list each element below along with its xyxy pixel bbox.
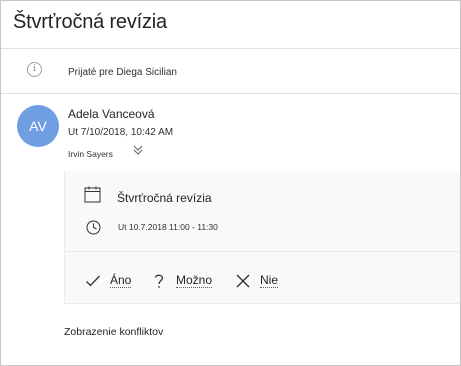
- avatar[interactable]: AV: [17, 105, 59, 147]
- decline-label: Nie: [260, 273, 279, 288]
- accept-label: Áno: [110, 273, 132, 288]
- checkmark-icon: [86, 275, 100, 287]
- divider: [1, 48, 460, 49]
- recipient-name[interactable]: Irvin Sayers: [68, 149, 113, 159]
- tentative-label: Možno: [176, 273, 213, 288]
- close-icon: [236, 274, 250, 288]
- question-icon: [154, 274, 164, 288]
- clock-icon: [86, 220, 101, 235]
- decline-button[interactable]: Nie: [235, 269, 279, 293]
- sent-date: Ut 7/10/2018, 10:42 AM: [68, 127, 174, 138]
- meeting-request-card: Štvrťročná revízia Ut 10.7.2018 11:00 - …: [64, 171, 460, 304]
- divider: [65, 251, 460, 252]
- divider: [1, 93, 460, 94]
- sender-name[interactable]: Adela Vanceová: [68, 107, 155, 121]
- received-for-text: Prijaté pre Diega Sicilian: [68, 67, 177, 78]
- info-icon: i: [27, 62, 42, 77]
- accept-button[interactable]: Áno: [85, 269, 132, 293]
- reading-pane: Štvrťročná revízia i Prijaté pre Diega S…: [0, 0, 461, 366]
- chevron-double-down-icon[interactable]: [132, 144, 144, 156]
- calendar-icon: [84, 186, 101, 203]
- view-conflicts-link[interactable]: Zobrazenie konfliktov: [64, 326, 163, 338]
- meeting-title[interactable]: Štvrťročná revízia: [117, 191, 212, 205]
- tentative-button[interactable]: Možno: [151, 269, 213, 293]
- meeting-time: Ut 10.7.2018 11:00 - 11:30: [118, 222, 218, 232]
- message-subject: Štvrťročná revízia: [13, 11, 167, 33]
